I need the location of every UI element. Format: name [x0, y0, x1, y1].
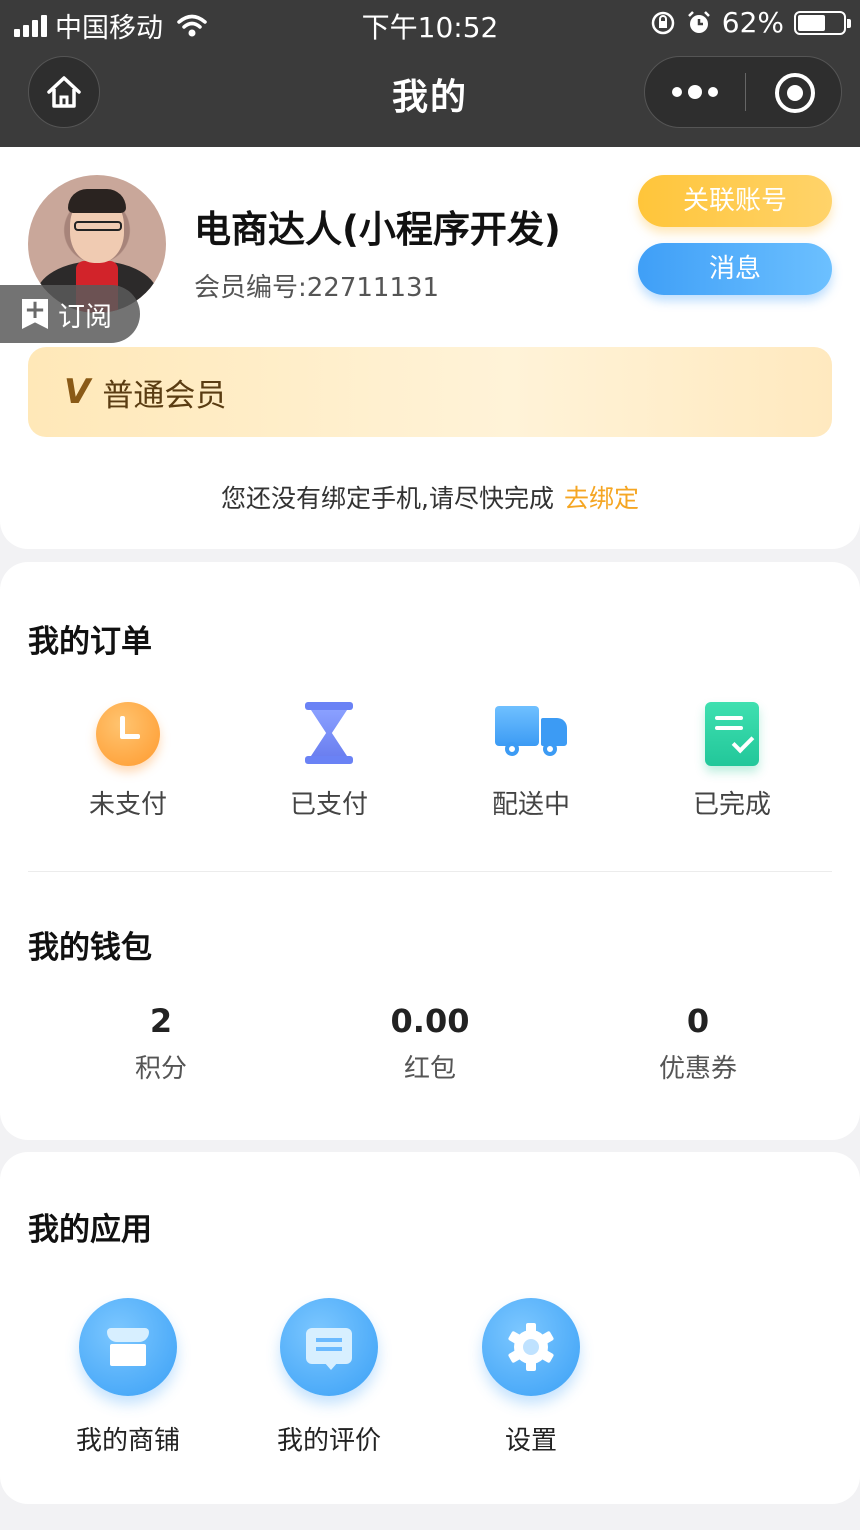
apps-card: 我的应用 我的商铺 我的评价 设置	[0, 1152, 860, 1504]
app-label: 设置	[504, 1426, 557, 1456]
app-settings[interactable]: 设置	[431, 1298, 631, 1457]
checklist-icon	[705, 702, 759, 766]
order-label: 已支付	[289, 790, 368, 820]
store-icon	[107, 1328, 149, 1368]
battery-icon	[794, 10, 851, 35]
comment-icon	[306, 1328, 352, 1370]
order-paid[interactable]: 已支付	[229, 702, 429, 821]
app-my-store[interactable]: 我的商铺	[28, 1298, 228, 1457]
app-my-reviews[interactable]: 我的评价	[229, 1298, 429, 1457]
wallet-title: 我的钱包	[28, 930, 152, 966]
bind-phone-link[interactable]: 去绑定	[564, 484, 639, 513]
battery-percent: 62%	[721, 6, 784, 39]
membership-level: 普通会员	[102, 377, 227, 414]
wallet-value: 2	[149, 1002, 173, 1040]
wallet-red-packet[interactable]: 0.00 红包	[330, 1002, 530, 1085]
miniprogram-capsule	[644, 56, 842, 128]
subscribe-label: 订阅	[58, 301, 112, 333]
top-bar: 中国移动 下午10:52 62% 我的	[0, 0, 860, 147]
messages-button[interactable]: 消息	[638, 243, 832, 295]
gear-icon	[508, 1323, 554, 1371]
orders-wallet-card: 我的订单 未支付 已支付 配送中 已完成 我的钱包 2 积分 0.00 红包 0…	[0, 562, 860, 1140]
wallet-value: 0	[686, 1002, 710, 1040]
wallet-coupons[interactable]: 0 优惠券	[598, 1002, 798, 1085]
link-account-button[interactable]: 关联账号	[638, 175, 832, 227]
more-dots-icon	[672, 87, 682, 97]
order-label: 未支付	[88, 790, 167, 820]
subscribe-button[interactable]: 订阅	[0, 285, 140, 343]
bind-phone-text: 您还没有绑定手机,请尽快完成	[221, 484, 554, 513]
member-number: 会员编号:22711131	[194, 273, 440, 303]
hourglass-icon	[297, 702, 361, 766]
more-button[interactable]	[645, 57, 745, 127]
app-label: 我的评价	[276, 1426, 381, 1456]
wallet-label: 优惠券	[658, 1054, 737, 1084]
apps-title: 我的应用	[28, 1212, 152, 1248]
vip-icon: V	[64, 372, 91, 412]
wallet-points[interactable]: 2 积分	[61, 1002, 261, 1085]
bind-phone-tip: 您还没有绑定手机,请尽快完成 去绑定	[0, 479, 860, 515]
order-unpaid[interactable]: 未支付	[28, 702, 228, 821]
app-label: 我的商铺	[75, 1426, 180, 1456]
wallet-label: 积分	[134, 1054, 187, 1084]
order-label: 配送中	[491, 790, 570, 820]
truck-icon	[495, 702, 567, 766]
status-bar: 中国移动 下午10:52 62%	[0, 0, 860, 48]
close-miniprogram-button[interactable]	[775, 73, 815, 113]
capsule-divider	[745, 73, 746, 111]
bookmark-add-icon	[22, 299, 48, 329]
user-name: 电商达人(小程序开发)	[194, 208, 561, 251]
wallet-label: 红包	[403, 1054, 456, 1084]
profile-card: 订阅 电商达人(小程序开发) 会员编号:22711131 关联账号 消息 V 普…	[0, 147, 860, 549]
order-label: 已完成	[692, 790, 771, 820]
orders-title: 我的订单	[28, 624, 152, 660]
divider	[28, 871, 832, 872]
order-shipping[interactable]: 配送中	[431, 702, 631, 821]
wallet-value: 0.00	[390, 1002, 470, 1040]
orientation-lock-icon	[651, 11, 675, 34]
order-completed[interactable]: 已完成	[632, 702, 832, 821]
alarm-icon	[687, 10, 710, 33]
membership-bar[interactable]: V 普通会员	[28, 347, 832, 437]
clock-icon	[96, 702, 160, 766]
